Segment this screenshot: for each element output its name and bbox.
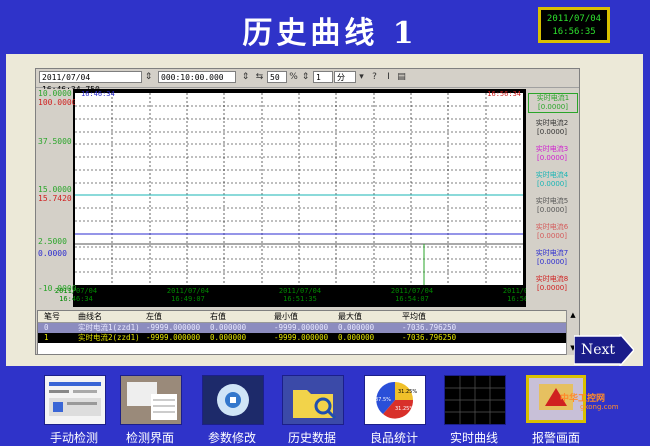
bottom-nav: 手动检测 检测界面 参数修改 历史数据 31.25% 37.5% 31.25% 良品… xyxy=(0,367,650,445)
y-axis-label: 0.0000 xyxy=(38,249,67,258)
y-axis-label: 15.0000 xyxy=(38,185,72,194)
column-header: 曲线名 xyxy=(78,312,102,321)
cursor-icon[interactable]: I xyxy=(383,71,394,83)
realtime-curve-icon xyxy=(444,375,506,425)
y-axis-label: 15.7420 xyxy=(38,194,72,203)
y-axis-label: 2.5000 xyxy=(38,237,67,246)
curve-plot: 10.0000 100.0000 37.5000 15.0000 15.7420… xyxy=(37,89,578,307)
nav-parameter-edit[interactable]: 参数修改 xyxy=(196,373,268,445)
nav-inspection-screen[interactable]: 检测界面 xyxy=(114,373,186,445)
legend-item-1[interactable]: 实时电流1 [0.0000] xyxy=(528,93,578,113)
help-icon[interactable]: ? xyxy=(369,71,380,83)
plot-start-time: 16:46:34 xyxy=(81,90,115,98)
svg-text:37.5%: 37.5% xyxy=(375,397,391,403)
table-row[interactable]: 1 实时电流2(zzd1) -9999.000000 0.000000 -999… xyxy=(38,333,568,343)
legend-item-8[interactable]: 实时电流8 [0.0000] xyxy=(528,275,576,293)
series-legend: 实时电流1 [0.0000] 实时电流2 [0.0000] 实时电流3 [0.0000… xyxy=(526,89,578,307)
table-row[interactable]: 0 实时电流1(zzd1) -9999.000000 0.000000 -999… xyxy=(38,323,568,333)
y-axis-label: 10.0000 xyxy=(38,89,72,98)
inspection-screen-icon xyxy=(120,375,182,425)
column-header: 笔号 xyxy=(44,312,60,321)
spin-icon[interactable]: ⇕ xyxy=(143,71,154,83)
time-spin-icon[interactable]: ⇕ xyxy=(300,71,311,83)
x-axis-label: 2011/07/04 16:54:07 xyxy=(390,287,434,303)
x-axis-label: 2011/07/04 16:49:07 xyxy=(166,287,210,303)
chevron-down-icon[interactable]: ▾ xyxy=(356,71,367,83)
nav-yield-statistics[interactable]: 31.25% 37.5% 31.25% 良品统计 xyxy=(358,373,430,445)
yield-statistics-icon: 31.25% 37.5% 31.25% xyxy=(364,375,426,425)
curve-stats-table: 笔号 曲线名 左值 右值 最小值 最大值 平均值 0 实时电流1(zzd1) -… xyxy=(37,310,569,355)
legend-item-5[interactable]: 实时电流5 [0.0000] xyxy=(528,197,576,215)
x-axis-label: 2011/07/04 16:46:34 xyxy=(54,287,98,303)
x-axis-label: 2011/07/04 16:51:35 xyxy=(278,287,322,303)
nav-realtime-curve[interactable]: 实时曲线 xyxy=(438,373,510,445)
nav-history-data[interactable]: 历史数据 xyxy=(276,373,348,445)
unit-select[interactable]: 分 xyxy=(334,71,356,83)
next-label: Next xyxy=(580,342,616,358)
grid-toggle-icon[interactable]: ▤ xyxy=(396,71,407,83)
next-button[interactable]: Next xyxy=(573,332,635,368)
plot-end-time: 16:56:34 xyxy=(487,90,521,98)
time-span-field[interactable]: 000:10:00.000 xyxy=(158,71,236,83)
unit-count-field[interactable]: 1 xyxy=(313,71,333,83)
start-time-field[interactable]: 2011/07/04 16:46:34.750 xyxy=(39,71,142,94)
page-title: 历史曲线 1 xyxy=(242,16,418,51)
parameter-edit-icon xyxy=(202,375,264,425)
history-data-icon xyxy=(282,375,344,425)
grid-lines xyxy=(75,93,523,285)
y-axis-label: 100.0000 xyxy=(38,98,77,107)
zoom-x-icon[interactable]: ⇆ xyxy=(254,71,265,83)
column-header: 最小值 xyxy=(274,312,298,321)
scroll-up-icon[interactable]: ▲ xyxy=(568,311,578,321)
curve-toolbar: 2011/07/04 16:46:34.750 ⇕ 000:10:00.000 … xyxy=(36,69,579,94)
nav-manual-inspection[interactable]: 手动检测 xyxy=(38,373,110,445)
spin-icon[interactable]: ⇕ xyxy=(240,71,251,83)
column-header: 平均值 xyxy=(402,312,426,321)
title-bar: 历史曲线 1 2011/07/04 16:56:35 xyxy=(0,0,650,52)
watermark-url: gkong.com xyxy=(580,403,619,411)
table-header: 笔号 曲线名 左值 右值 最小值 最大值 平均值 xyxy=(38,311,568,323)
column-header: 右值 xyxy=(210,312,226,321)
svg-text:31.25%: 31.25% xyxy=(395,406,414,412)
plot-grid[interactable]: 16:46:34 16:56:34 xyxy=(75,90,523,285)
y-axis-label: 37.5000 xyxy=(38,137,72,146)
legend-item-7[interactable]: 实时电流7 [0.0000] xyxy=(528,249,576,267)
legend-item-6[interactable]: 实时电流6 [0.0000] xyxy=(528,223,576,241)
legend-item-4[interactable]: 实时电流4 [0.0000] xyxy=(528,171,576,189)
legend-item-2[interactable]: 实时电流2 [0.0000] xyxy=(528,119,576,137)
main-area: 2011/07/04 16:46:34.750 ⇕ 000:10:00.000 … xyxy=(6,54,643,366)
column-header: 最大值 xyxy=(338,312,362,321)
manual-inspection-icon xyxy=(44,375,106,425)
clock-display: 2011/07/04 16:56:35 xyxy=(538,7,610,43)
percent-icon[interactable]: % xyxy=(288,71,299,83)
history-curve-panel: 2011/07/04 16:46:34.750 ⇕ 000:10:00.000 … xyxy=(35,68,580,355)
svg-text:31.25%: 31.25% xyxy=(398,389,417,395)
column-header: 左值 xyxy=(146,312,162,321)
legend-item-3[interactable]: 实时电流3 [0.0000] xyxy=(528,145,576,163)
y-axis: 10.0000 100.0000 37.5000 15.0000 15.7420… xyxy=(37,89,77,307)
step-field[interactable]: 50 xyxy=(267,71,287,83)
clock-date: 2011/07/04 xyxy=(546,14,602,24)
clock-time: 16:56:35 xyxy=(552,27,596,37)
